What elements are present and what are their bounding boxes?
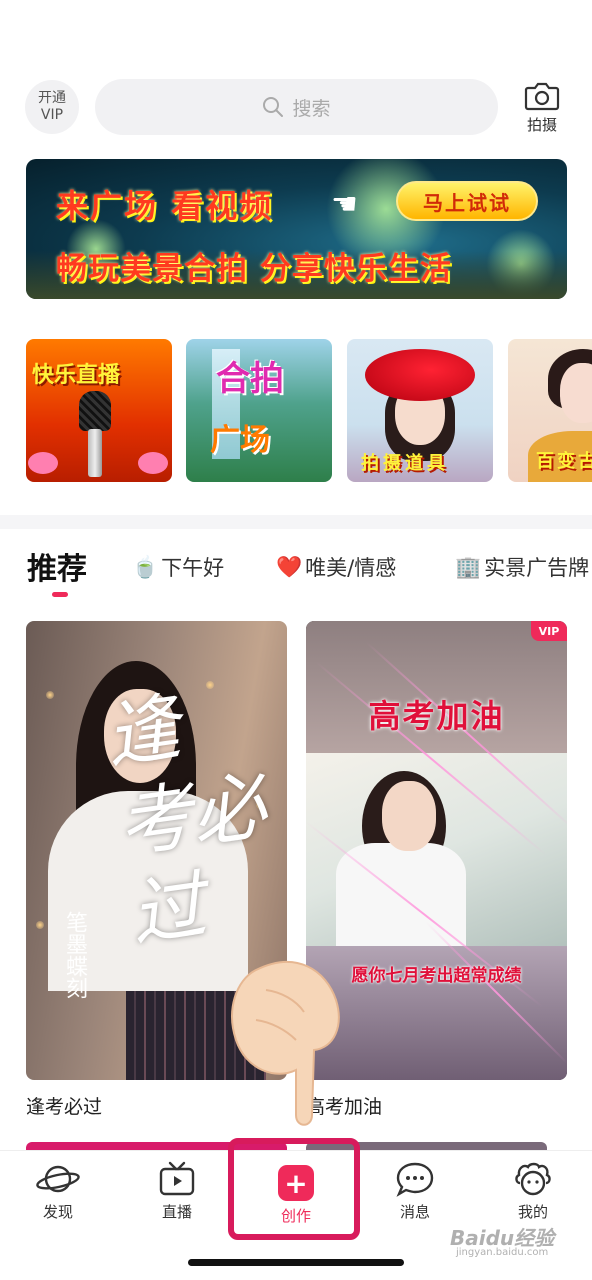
tab-recommended[interactable]: 推荐 (27, 544, 87, 588)
building-icon: 🏢 (455, 554, 482, 579)
home-indicator[interactable] (188, 1259, 404, 1266)
try-now-button[interactable]: 马上试试 (396, 181, 538, 221)
tab-label: 唯美/情感 (305, 556, 397, 580)
feed-tabs: 推荐 🍵 下午好 ❤️ 唯美/情感 🏢 实景广告牌 (0, 540, 592, 600)
video-card-gaokao[interactable]: 高考加油 愿你七月考出超常成绩 VIP (306, 621, 567, 1080)
shoot-button[interactable]: 拍摄 (518, 80, 566, 140)
category-cards: 快乐直播 合拍 广场 拍摄道具 百变古 (26, 339, 592, 482)
video-card-exam-pass[interactable]: 逢 考必 过 笔墨蝶刻 (26, 621, 287, 1080)
vip-text-line1: 开通 (38, 90, 66, 106)
video-title-gaokao[interactable]: 高考加油 (306, 1092, 382, 1119)
active-tab-indicator (52, 592, 68, 597)
profile-icon (515, 1162, 551, 1196)
category-props[interactable]: 拍摄道具 (347, 339, 493, 482)
tab-good-afternoon[interactable]: 🍵 下午好 (132, 552, 224, 582)
search-bar[interactable]: 搜索 (95, 79, 498, 135)
nav-live[interactable]: 直播 (137, 1161, 217, 1222)
section-divider (0, 515, 592, 529)
category-live-label: 快乐直播 (32, 363, 121, 388)
tab-label: 下午好 (161, 556, 225, 580)
category-duet-label-top: 合拍 (216, 359, 284, 399)
nav-messages-label: 消息 (399, 1203, 430, 1221)
category-costume-label: 百变古 (536, 451, 592, 472)
create-highlight-annotation (228, 1138, 360, 1240)
camera-icon (524, 82, 560, 111)
search-icon (263, 97, 284, 117)
heart-icon: ❤️ (276, 554, 303, 579)
nav-mine-label: 我的 (517, 1203, 548, 1221)
microphone-icon (79, 391, 111, 431)
banner-line2: 畅玩美景合拍 分享快乐生活 (56, 251, 452, 287)
category-props-label: 拍摄道具 (361, 453, 449, 474)
nav-messages[interactable]: 消息 (375, 1161, 455, 1222)
tab-aesthetic-emotion[interactable]: ❤️ 唯美/情感 (276, 552, 396, 582)
search-placeholder: 搜索 (292, 97, 331, 120)
banner-line1: 来广场 看视频 (56, 187, 274, 225)
category-live[interactable]: 快乐直播 (26, 339, 172, 482)
tab-label: 实景广告牌 (484, 556, 590, 580)
tea-icon: 🍵 (132, 554, 159, 579)
shoot-label: 拍摄 (526, 116, 557, 134)
category-duet-label-bottom: 广场 (210, 423, 270, 458)
category-costume[interactable]: 百变古 (508, 339, 592, 482)
video-overlay-subtitle: 愿你七月考出超常成绩 (351, 966, 522, 986)
nav-live-label: 直播 (161, 1203, 192, 1221)
nav-discover-label: 发现 (42, 1203, 73, 1221)
promo-banner[interactable]: 来广场 看视频 ☚ 马上试试 畅玩美景合拍 分享快乐生活 (26, 159, 567, 299)
tv-icon (159, 1161, 195, 1196)
red-hat-image (365, 349, 475, 401)
vip-text-line2: VIP (40, 107, 64, 123)
watermark-url: jingyan.baidu.com (456, 1247, 549, 1258)
pointing-hand-icon: ☚ (331, 187, 358, 222)
tab-label: 推荐 (27, 552, 87, 587)
open-vip-button[interactable]: 开通 VIP (25, 80, 79, 134)
nav-mine[interactable]: 我的 (493, 1161, 573, 1222)
category-duet-square[interactable]: 合拍 广场 (186, 339, 332, 482)
video-title-exam-pass[interactable]: 逢考必过 (26, 1092, 102, 1119)
tab-billboard[interactable]: 🏢 实景广告牌 (455, 552, 589, 582)
top-header: 开通 VIP 搜索 拍摄 (0, 74, 592, 140)
nav-discover[interactable]: 发现 (18, 1161, 98, 1222)
vip-badge: VIP (531, 621, 567, 641)
planet-icon (36, 1165, 80, 1193)
video-signature: 笔墨蝶刻 (62, 911, 87, 999)
chat-icon (396, 1162, 434, 1197)
video-overlay-title: 高考加油 (368, 697, 505, 735)
